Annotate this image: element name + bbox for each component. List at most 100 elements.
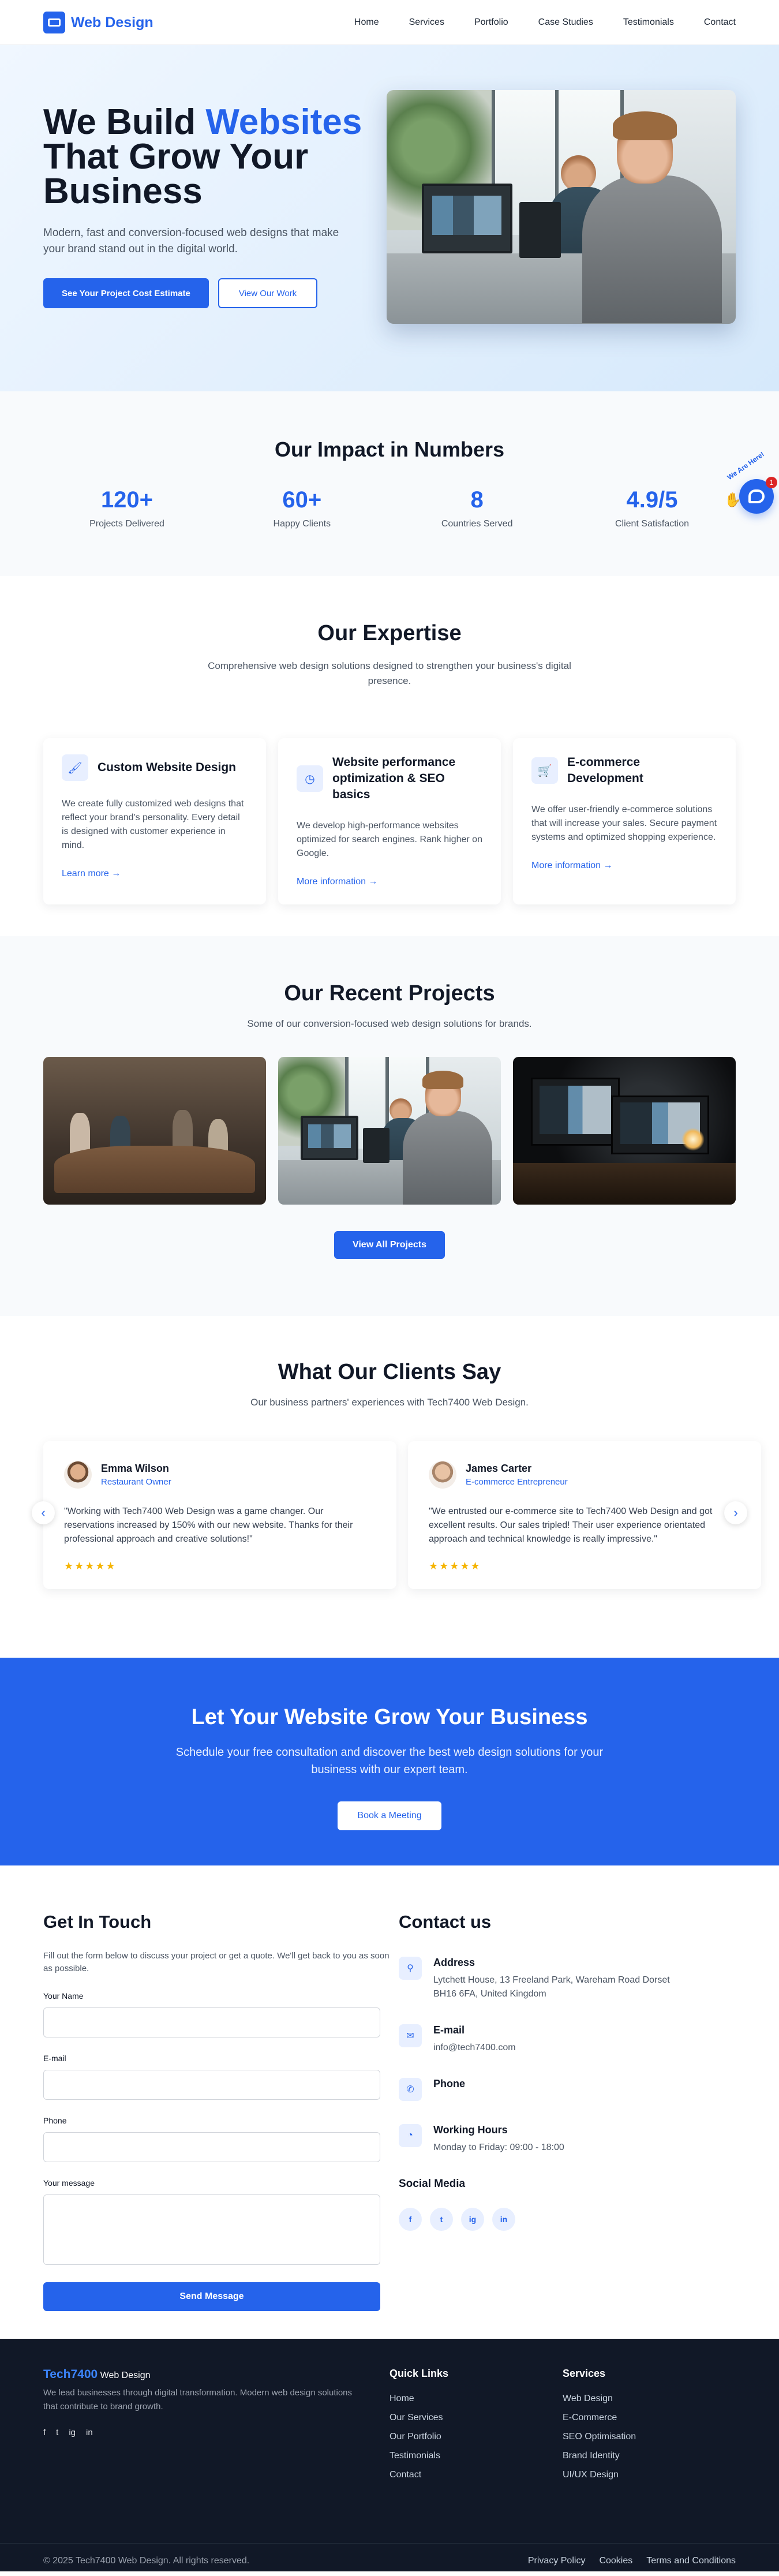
footer-link[interactable]: Our Portfolio [390,2432,563,2442]
avatar [64,1461,92,1489]
carousel-next-icon[interactable]: › [724,1501,747,1524]
hours-text: Monday to Friday: 09:00 - 18:00 [433,2143,564,2152]
linkedin-icon[interactable]: in [492,2208,515,2231]
name-field[interactable] [43,2007,380,2037]
service-card: ◷ Website performance optimization & SEO … [278,738,501,904]
form-intro: Fill out the form below to discuss your … [43,1951,390,1973]
view-work-button[interactable]: View Our Work [218,278,318,308]
phone-field[interactable] [43,2132,380,2162]
footer-service-link[interactable]: UI/UX Design [563,2470,736,2480]
avatar [429,1461,456,1489]
twitter-icon[interactable]: t [56,2428,58,2437]
star-rating: ★★★★★ [429,1560,481,1572]
footer-description: We lead businesses through digital trans… [43,2388,353,2412]
view-all-projects-button[interactable]: View All Projects [334,1231,445,1259]
phone-icon: ✆ [399,2078,422,2101]
contact-form: Get In Touch Fill out the form below to … [43,1912,390,2311]
cta-section: Let Your Website Grow Your Business Sche… [0,1658,779,1865]
service-card-title: E-commerce Development [567,756,643,785]
stat-label: Client Satisfaction [615,519,690,529]
testimonial-card: James Carter E-commerce Entrepreneur "We … [408,1441,761,1589]
services-title: Services [563,2368,606,2379]
hero-title-pre: We Build [43,102,206,142]
footer-bottom: © 2025 Tech7400 Web Design. All rights r… [0,2543,779,2576]
testimonial-card: Emma Wilson Restaurant Owner "Working wit… [43,1441,396,1589]
service-card: 🛒 E-commerce Development We offer user-fr… [513,738,736,904]
copyright: © 2025 Tech7400 Web Design. All rights r… [43,2556,250,2566]
logo-text: Web Design [71,14,153,31]
service-card-title: Custom Website Design [98,761,236,774]
carousel-prev-icon[interactable]: ‹ [32,1501,55,1524]
phone-title: Phone [433,2078,466,2089]
logo-icon [43,12,65,33]
nav-home[interactable]: Home [354,17,379,28]
stat-item: 4.9/5 Client Satisfaction [574,487,730,529]
testimonial-role: Restaurant Owner [101,1477,171,1487]
twitter-icon[interactable]: t [430,2208,453,2231]
service-card-link[interactable]: Learn more → [62,869,121,879]
service-card-link[interactable]: More information → [531,861,613,871]
brush-icon: 🖌 [62,754,88,781]
cart-icon: 🛒 [531,757,558,784]
linkedin-icon[interactable]: in [86,2428,93,2437]
nav-contact[interactable]: Contact [704,17,736,28]
chat-widget[interactable]: We Are Here! ✋ 1 [724,450,777,525]
stat-value: 120+ [100,487,153,513]
instagram-icon[interactable]: ig [69,2428,76,2437]
stat-value: 8 [470,487,484,513]
contact-info-title: Contact us [399,1912,492,1932]
footer-link[interactable]: Testimonials [390,2451,563,2461]
footer-brand-rest: Web Design [100,2371,151,2380]
footer-link[interactable]: Home [390,2394,563,2404]
form-title: Get In Touch [43,1912,152,1932]
send-message-button[interactable]: Send Message [43,2282,380,2311]
facebook-icon[interactable]: f [399,2208,422,2231]
footer: Tech7400 Web Design We lead businesses t… [0,2339,779,2571]
book-meeting-button[interactable]: Book a Meeting [338,1801,441,1830]
email-text[interactable]: info@tech7400.com [433,2041,687,2055]
logo[interactable]: Web Design [43,12,153,33]
impact-title: Our Impact in Numbers [274,438,505,461]
project-image[interactable] [513,1057,736,1205]
stat-label: Projects Delivered [89,519,164,529]
address-text: Lytchett House, 13 Freeland Park, Wareha… [433,1975,670,1999]
stat-item: 8 Countries Served [399,487,555,529]
footer-link[interactable]: Contact [390,2470,563,2480]
services-column: Services Web Design E-Commerce SEO Optim… [563,2368,736,2489]
hours-item: ◔ Working Hours Monday to Friday: 09:00 -… [399,2124,736,2155]
terms-link[interactable]: Terms and Conditions [646,2556,736,2566]
footer-brand-accent: Tech7400 [43,2368,98,2381]
cost-estimate-button[interactable]: See Your Project Cost Estimate [43,278,209,308]
footer-service-link[interactable]: E-Commerce [563,2413,736,2423]
facebook-icon[interactable]: f [43,2428,46,2437]
instagram-icon[interactable]: ig [461,2208,484,2231]
footer-service-link[interactable]: Web Design [563,2394,736,2404]
email-field[interactable] [43,2070,380,2100]
privacy-policy-link[interactable]: Privacy Policy [528,2556,586,2566]
impact-section: Our Impact in Numbers 120+ Projects Deliv… [0,391,779,576]
message-field[interactable] [43,2194,380,2265]
chat-badge: 1 [766,477,777,488]
hero-subtitle: Modern, fast and conversion-focused web … [43,227,339,255]
service-card: 🖌 Custom Website Design We create fully c… [43,738,266,904]
service-card-link[interactable]: More information → [297,877,378,887]
hero-section: We Build Websites That Grow Your Business… [0,45,779,391]
hero-title-post: That Grow Your Business [43,137,309,211]
service-card-text: We develop high-performance websites opt… [297,821,482,858]
footer-link[interactable]: Our Services [390,2413,563,2423]
nav-case-studies[interactable]: Case Studies [538,17,593,28]
footer-service-link[interactable]: SEO Optimisation [563,2432,736,2442]
project-image[interactable] [278,1057,501,1205]
nav-portfolio[interactable]: Portfolio [474,17,508,28]
hero-image [387,89,736,324]
main-menu: Home Services Portfolio Case Studies Tes… [354,17,736,28]
nav-testimonials[interactable]: Testimonials [623,17,674,28]
cookies-link[interactable]: Cookies [599,2556,632,2566]
projects-subtitle: Some of our conversion-focused web desig… [247,1018,532,1029]
footer-service-link[interactable]: Brand Identity [563,2451,736,2461]
project-image[interactable] [43,1057,266,1205]
nav-services[interactable]: Services [409,17,444,28]
navbar: Web Design Home Services Portfolio Case … [0,0,779,45]
contact-info: Contact us ⚲ Address Lytchett House, 13 F… [399,1912,736,2311]
email-title: E-mail [433,2024,465,2036]
